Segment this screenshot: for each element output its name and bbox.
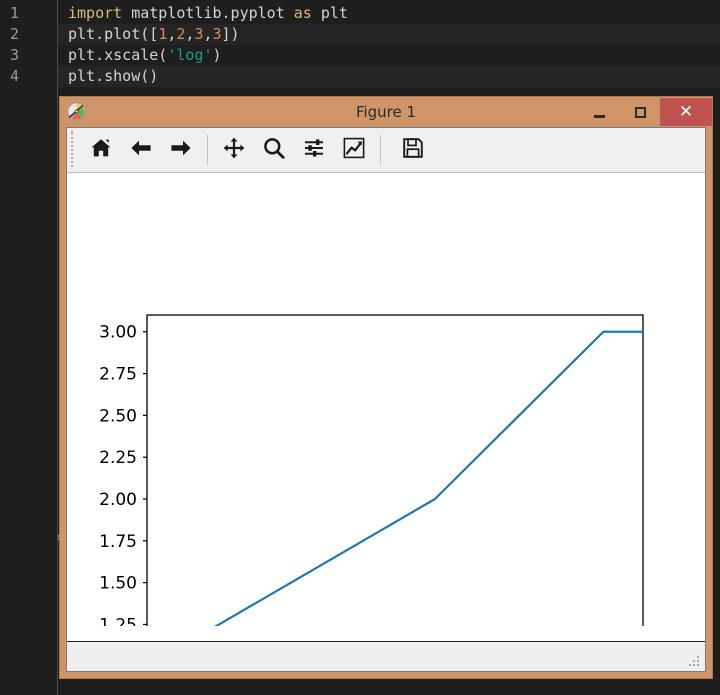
y-tick-label: 2.25: [99, 448, 137, 468]
code-token: matplotlib.pyplot: [122, 4, 294, 22]
minimize-button[interactable]: [579, 98, 619, 126]
code-token: plt.plot([: [68, 25, 159, 43]
code-token: ): [212, 46, 222, 64]
figure-statusbar: [67, 641, 705, 671]
code-token: 3: [212, 25, 222, 43]
subplots-button[interactable]: [294, 131, 334, 169]
code-line[interactable]: plt.xscale('log'): [58, 45, 720, 66]
resize-grip[interactable]: [689, 656, 701, 668]
line-number: 2: [10, 25, 20, 43]
minimize-icon: [579, 98, 619, 126]
pan-button[interactable]: [214, 131, 254, 169]
close-icon: ✕: [660, 98, 712, 126]
pan-move-icon: [222, 136, 246, 164]
code-token: import: [68, 4, 123, 22]
code-token: plt: [311, 4, 348, 22]
forward-arrow-icon: [169, 136, 193, 164]
y-tick-label: 1.50: [99, 574, 137, 594]
save-button[interactable]: [393, 131, 433, 169]
code-token: as: [293, 4, 312, 22]
y-tick-label: 2.50: [99, 406, 137, 426]
toolbar-separator-2: [380, 135, 381, 165]
window-titlebar[interactable]: Figure 1 ✕: [60, 97, 712, 127]
edit-parameters-button[interactable]: [334, 131, 374, 169]
back-button[interactable]: [121, 131, 161, 169]
subplot-sliders-icon: [302, 136, 326, 164]
code-line[interactable]: import matplotlib.pyplot as plt: [58, 3, 720, 24]
figure-window[interactable]: Figure 1 ✕ 1.25 1.50 1.75 2.00 2.25 2.50…: [60, 97, 712, 678]
figure-canvas[interactable]: 1.001.251.501.752.002.252.502.753.00 100…: [67, 174, 705, 626]
line-number: 3: [10, 46, 20, 64]
forward-button[interactable]: [161, 131, 201, 169]
code-token: ]): [221, 25, 240, 43]
maximize-icon: [620, 98, 660, 126]
home-icon: [89, 136, 113, 164]
close-button[interactable]: ✕: [660, 98, 712, 126]
back-arrow-icon: [129, 136, 153, 164]
close-glyph: ✕: [678, 101, 694, 122]
y-tick-label: 2.75: [99, 365, 137, 385]
code-line[interactable]: plt.plot([1,2,3,3]): [58, 24, 720, 45]
figure-client-area: 1.001.251.501.752.002.252.502.753.00 100…: [66, 127, 706, 672]
code-line[interactable]: plt.show(): [58, 66, 720, 87]
code-token: plt.show(): [68, 67, 159, 85]
code-token: plt.xscale(: [68, 46, 168, 64]
y-tick-label: 1.25: [99, 615, 137, 626]
zoom-magnifier-icon: [262, 136, 286, 164]
toolbar-separator: [207, 135, 208, 165]
code-token: ,: [203, 25, 213, 43]
navigation-toolbar: [67, 128, 705, 173]
home-button[interactable]: [81, 131, 121, 169]
code-token: 1: [158, 25, 168, 43]
y-tick-label: 3.00: [99, 323, 137, 343]
y-tick-label: 1.75: [99, 532, 137, 552]
save-floppy-icon: [401, 136, 425, 164]
line-number: 4: [10, 67, 20, 85]
maximize-button[interactable]: [620, 98, 660, 126]
line-number: 1: [10, 4, 20, 22]
y-tick-label: 2.00: [99, 490, 137, 510]
code-token: 'log': [167, 46, 213, 64]
editor-line-number-gutter: 1 2 3 4: [0, 0, 58, 695]
plot-curve-icon: [342, 136, 366, 164]
plot-area[interactable]: 1.001.251.501.752.002.252.502.753.00 100…: [67, 174, 705, 626]
zoom-button[interactable]: [254, 131, 294, 169]
axes-frame: [146, 314, 644, 626]
toolbar-drag-grip[interactable]: [69, 131, 81, 169]
